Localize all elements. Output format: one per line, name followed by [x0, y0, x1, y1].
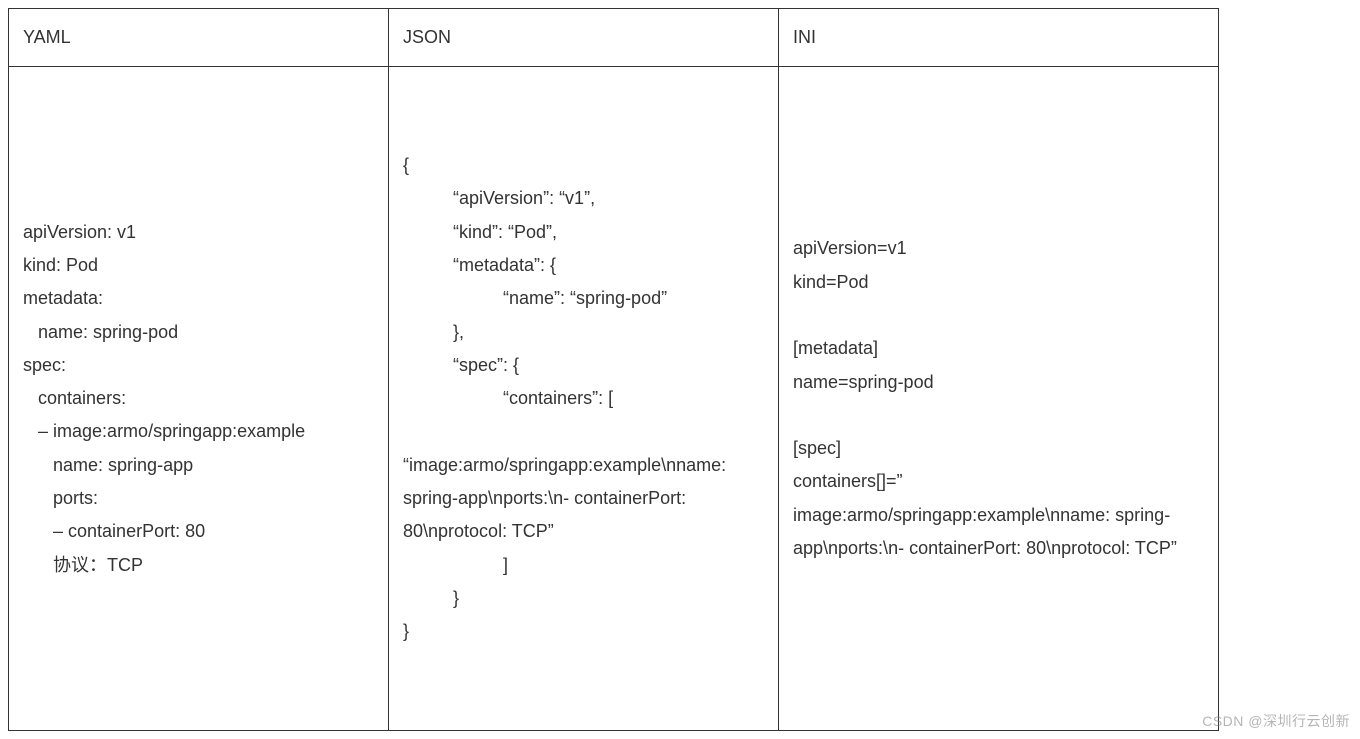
- ini-code: apiVersion=v1 kind=Pod [metadata] name=s…: [793, 232, 1204, 565]
- comparison-table: YAML JSON INI apiVersion: v1 kind: Pod m…: [8, 8, 1219, 731]
- header-ini: INI: [779, 9, 1219, 67]
- header-yaml: YAML: [9, 9, 389, 67]
- cell-ini: apiVersion=v1 kind=Pod [metadata] name=s…: [779, 67, 1219, 731]
- header-json: JSON: [389, 9, 779, 67]
- json-code: { “apiVersion”: “v1”, “kind”: “Pod”, “me…: [403, 149, 764, 648]
- watermark-text: CSDN @深圳行云创新: [1202, 709, 1350, 735]
- yaml-code: apiVersion: v1 kind: Pod metadata: name:…: [23, 216, 305, 582]
- header-row: YAML JSON INI: [9, 9, 1219, 67]
- body-row: apiVersion: v1 kind: Pod metadata: name:…: [9, 67, 1219, 731]
- cell-json: { “apiVersion”: “v1”, “kind”: “Pod”, “me…: [389, 67, 779, 731]
- cell-yaml: apiVersion: v1 kind: Pod metadata: name:…: [9, 67, 389, 731]
